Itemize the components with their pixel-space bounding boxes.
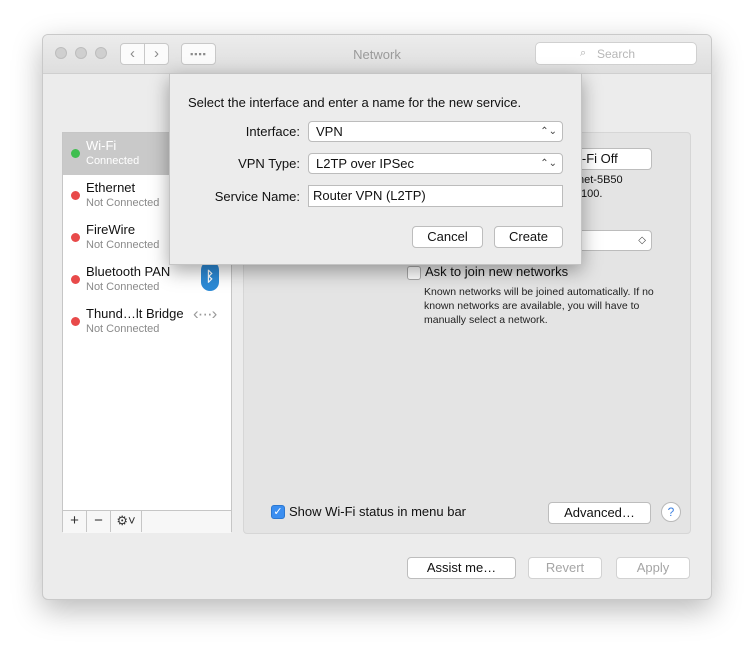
ask-to-join-checkbox[interactable] bbox=[407, 266, 421, 280]
vpn-type-label: VPN Type: bbox=[238, 156, 300, 171]
service-status: Not Connected bbox=[86, 281, 160, 293]
turn-wifi-off-button[interactable]: i-Fi Off bbox=[574, 148, 652, 170]
vpn-type-value: L2TP over IPSec bbox=[316, 156, 415, 171]
title-bar: ‹ › ▪▪▪▪ Network ⌕ Search bbox=[43, 35, 711, 74]
service-name-label: Service Name: bbox=[214, 189, 300, 204]
status-line-1: net-5B50 bbox=[578, 174, 623, 186]
service-name-field[interactable]: Router VPN (L2TP) bbox=[308, 185, 563, 207]
advanced-button[interactable]: Advanced… bbox=[548, 502, 651, 524]
cancel-button[interactable]: Cancel bbox=[412, 226, 483, 248]
chevron-updown-icon: ⌃⌄ bbox=[540, 158, 557, 169]
status-dot bbox=[71, 275, 80, 284]
interface-value: VPN bbox=[316, 124, 343, 139]
show-wifi-status-checkbox[interactable]: ✓ bbox=[271, 505, 285, 519]
ask-to-join-label: Ask to join new networks bbox=[425, 264, 569, 279]
sidebar-toolbar: + − ⚙︎˅ bbox=[63, 510, 231, 533]
gear-icon[interactable]: ⚙︎˅ bbox=[111, 511, 142, 532]
service-status: Not Connected bbox=[86, 197, 160, 209]
service-status: Not Connected bbox=[86, 323, 160, 335]
revert-button[interactable]: Revert bbox=[528, 557, 602, 579]
service-name: FireWire bbox=[86, 222, 136, 237]
service-name: Wi-Fi bbox=[86, 138, 117, 153]
ask-to-join-help: Known networks will be joined automatica… bbox=[424, 286, 654, 326]
create-button[interactable]: Create bbox=[494, 226, 563, 248]
bridge-icon: ‹···› bbox=[193, 304, 217, 323]
service-item-bluetooth-pan[interactable]: Bluetooth PAN Not Connected ᛒ bbox=[63, 259, 231, 301]
interface-popup[interactable]: VPN ⌃⌄ bbox=[308, 121, 563, 142]
search-icon: ⌕ bbox=[580, 47, 587, 59]
sheet-prompt: Select the interface and enter a name fo… bbox=[188, 95, 522, 110]
service-status: Not Connected bbox=[86, 239, 160, 251]
service-status: Connected bbox=[86, 155, 140, 167]
status-dot bbox=[71, 233, 80, 242]
search-input[interactable]: ⌕ Search bbox=[535, 42, 697, 65]
network-name-popup[interactable]: ◇ bbox=[574, 230, 652, 251]
show-wifi-status-label: Show Wi-Fi status in menu bar bbox=[289, 504, 467, 519]
bluetooth-icon: ᛒ bbox=[201, 261, 219, 291]
assist-me-button[interactable]: Assist me… bbox=[407, 557, 516, 579]
chevron-updown-icon: ⌃⌄ bbox=[540, 126, 557, 137]
search-placeholder: Search bbox=[597, 47, 636, 61]
new-service-sheet: Select the interface and enter a name fo… bbox=[169, 73, 582, 265]
apply-button[interactable]: Apply bbox=[616, 557, 690, 579]
remove-service-button[interactable]: − bbox=[87, 511, 111, 532]
service-name: Thund…lt Bridge bbox=[86, 306, 184, 321]
status-dot bbox=[71, 149, 80, 158]
status-dot bbox=[71, 191, 80, 200]
service-item-thunderbolt-bridge[interactable]: Thund…lt Bridge Not Connected ‹···› bbox=[63, 301, 231, 343]
add-service-button[interactable]: + bbox=[63, 511, 87, 532]
interface-label: Interface: bbox=[245, 124, 300, 139]
service-name: Bluetooth PAN bbox=[86, 264, 171, 279]
service-name: Ethernet bbox=[86, 180, 136, 195]
vpn-type-popup[interactable]: L2TP over IPSec ⌃⌄ bbox=[308, 153, 563, 174]
chevron-updown-icon: ◇ bbox=[638, 235, 646, 246]
status-dot bbox=[71, 317, 80, 326]
help-button[interactable]: ? bbox=[661, 502, 681, 522]
